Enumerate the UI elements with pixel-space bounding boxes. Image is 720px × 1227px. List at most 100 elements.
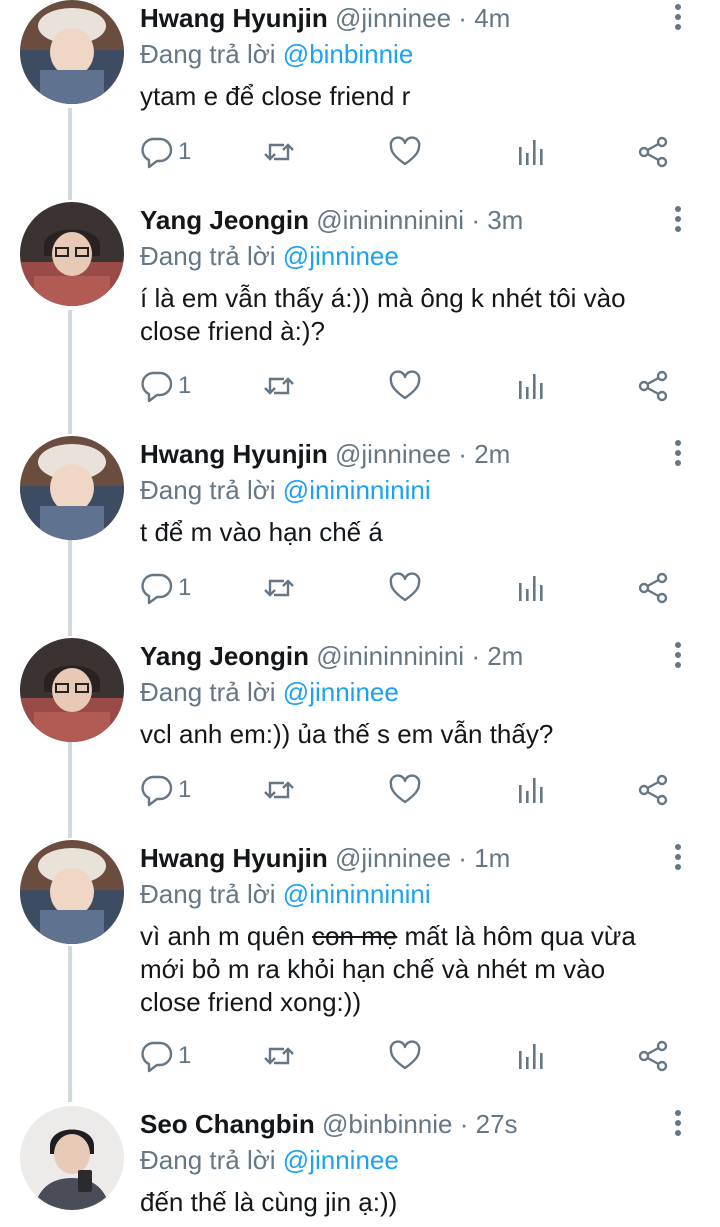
avatar[interactable] [20,436,124,540]
tweet-header: Hwang Hyunjin @jinninee · 4m [140,0,510,38]
like-button[interactable] [388,568,422,608]
strikethrough-text: con mẹ [312,921,398,951]
retweet-button[interactable] [262,568,296,608]
username[interactable]: @jinninee [335,843,451,873]
reply-count: 1 [178,1042,192,1069]
share-button[interactable] [636,366,670,406]
timestamp[interactable]: 27s [476,1109,518,1139]
share-icon [638,370,668,402]
avatar[interactable] [20,638,124,742]
display-name[interactable]: Yang Jeongin [140,205,309,235]
reply-button[interactable]: 1 [140,132,191,172]
more-options-icon[interactable] [668,1110,688,1140]
reply-mention[interactable]: @jinninee [283,677,399,707]
timestamp[interactable]: 2m [474,439,510,469]
timestamp[interactable]: 4m [474,3,510,33]
share-button[interactable] [636,770,670,810]
like-button[interactable] [388,132,422,172]
display-name[interactable]: Hwang Hyunjin [140,843,328,873]
more-options-icon[interactable] [668,642,688,672]
avatar[interactable] [20,840,124,944]
timestamp[interactable]: 2m [487,641,523,671]
like-button[interactable] [388,770,422,810]
replying-to: Đang trả lời @jinninee [140,236,399,276]
tweet-header: Yang Jeongin @inininninini · 2m [140,636,523,676]
analytics-icon [519,778,543,803]
reply-mention[interactable]: @jinninee [283,1145,399,1175]
timestamp[interactable]: 3m [487,205,523,235]
display-name[interactable]: Yang Jeongin [140,641,309,671]
more-options-icon[interactable] [668,440,688,470]
retweet-icon [264,1047,294,1065]
analytics-button[interactable] [514,366,548,406]
like-button[interactable] [388,366,422,406]
username[interactable]: @binbinnie [322,1109,452,1139]
action-bar: 1 [140,366,700,406]
analytics-icon [519,1044,543,1069]
analytics-button[interactable] [514,1036,548,1076]
like-icon [389,572,421,602]
timestamp[interactable]: 1m [474,843,510,873]
separator-dot: · [471,205,480,235]
reply-mention[interactable]: @binbinnie [283,39,413,69]
replying-to: Đang trả lời @inininninini [140,874,431,914]
avatar[interactable] [20,0,124,104]
reply-button[interactable]: 1 [140,366,191,406]
more-options-icon[interactable] [668,844,688,874]
like-icon [389,370,421,400]
share-button[interactable] [636,132,670,172]
retweet-button[interactable] [262,366,296,406]
separator-dot: · [458,843,467,873]
tweet-text-line: vì anh m quên con mẹ mất là hôm qua vừa [140,920,636,953]
display-name[interactable]: Hwang Hyunjin [140,439,328,469]
reply-button[interactable]: 1 [140,770,191,810]
retweet-button[interactable] [262,1036,296,1076]
tweet[interactable]: Yang Jeongin @inininninini · 3m Đang trả… [0,202,720,434]
replying-prefix: Đang trả lời [140,39,276,69]
tweet[interactable]: Hwang Hyunjin @jinninee · 1m Đang trả lờ… [0,840,720,1104]
avatar[interactable] [20,1106,124,1210]
reply-icon [141,573,173,605]
reply-button[interactable]: 1 [140,568,191,608]
username[interactable]: @jinninee [335,3,451,33]
tweet[interactable]: Hwang Hyunjin @jinninee · 2m Đang trả lờ… [0,436,720,636]
reply-icon [141,1041,173,1073]
like-button[interactable] [388,1036,422,1076]
tweet[interactable]: Hwang Hyunjin @jinninee · 4m Đang trả lờ… [0,0,720,200]
retweet-button[interactable] [262,770,296,810]
tweet-header: Seo Changbin @binbinnie · 27s [140,1104,518,1144]
username[interactable]: @inininninini [316,205,464,235]
reply-mention[interactable]: @inininninini [283,879,431,909]
action-bar: 1 [140,568,700,608]
retweet-icon [264,377,294,395]
reply-mention[interactable]: @jinninee [283,241,399,271]
display-name[interactable]: Hwang Hyunjin [140,3,328,33]
tweet-text-line: đến thế là cùng jin ạ:)) [140,1187,398,1217]
reply-mention[interactable]: @inininninini [283,475,431,505]
replying-to: Đang trả lời @inininninini [140,470,431,510]
analytics-button[interactable] [514,132,548,172]
tweet[interactable]: Seo Changbin @binbinnie · 27s Đang trả l… [0,1106,720,1227]
more-options-icon[interactable] [668,206,688,236]
retweet-icon [264,579,294,597]
reply-icon [141,371,173,403]
analytics-button[interactable] [514,568,548,608]
analytics-icon [519,576,543,601]
display-name[interactable]: Seo Changbin [140,1109,315,1139]
username[interactable]: @jinninee [335,439,451,469]
retweet-button[interactable] [262,132,296,172]
reply-button[interactable]: 1 [140,1036,191,1076]
avatar[interactable] [20,202,124,306]
tweet-text-line: í là em vẫn thấy á:)) mà ông k nhét tôi … [140,283,626,313]
more-options-icon[interactable] [668,4,688,34]
tweet-text: t để m vào hạn chế á [140,516,383,549]
reply-icon [141,775,173,807]
username[interactable]: @inininninini [316,641,464,671]
tweet[interactable]: Yang Jeongin @inininninini · 2m Đang trả… [0,638,720,838]
analytics-button[interactable] [514,770,548,810]
share-button[interactable] [636,1036,670,1076]
action-bar: 1 [140,770,700,810]
reply-count: 1 [178,776,192,803]
replying-to: Đang trả lời @jinninee [140,1140,399,1180]
share-button[interactable] [636,568,670,608]
